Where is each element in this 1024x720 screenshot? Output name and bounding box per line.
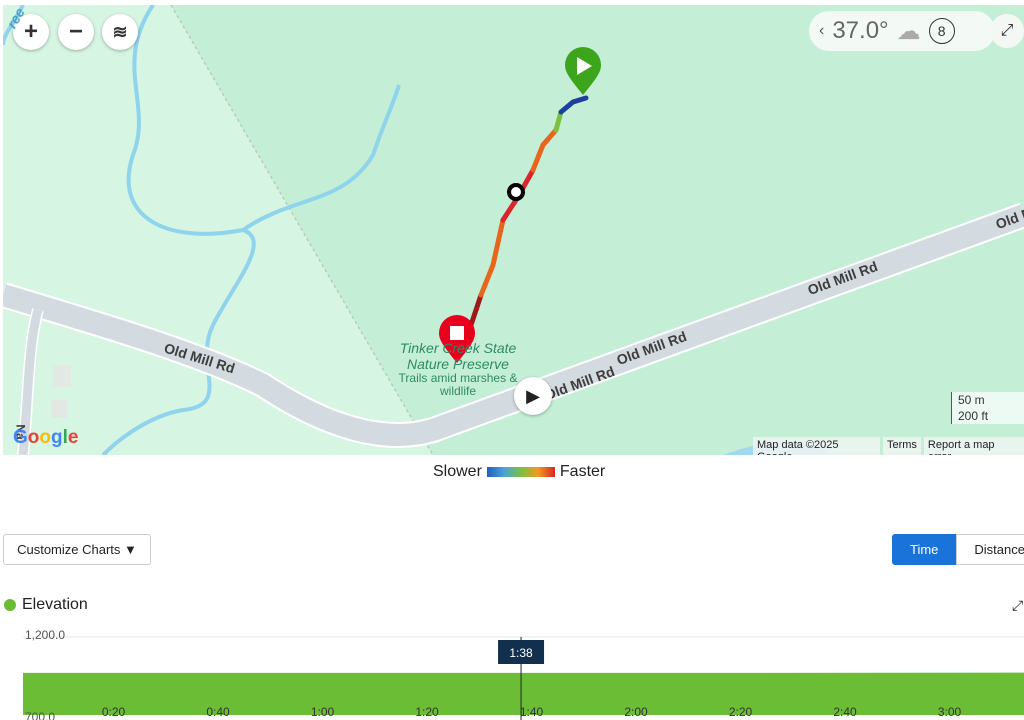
poi-name: Tinker Creek State Nature Preserve bbox=[399, 340, 517, 372]
legend-slower: Slower bbox=[433, 463, 482, 480]
map-scale: 50 m 200 ft bbox=[951, 392, 1024, 424]
chart-title: Elevation bbox=[22, 596, 88, 613]
temperature: 37.0° bbox=[832, 17, 889, 44]
scale-imperial: 200 ft bbox=[951, 408, 1024, 424]
expand-chart-icon[interactable]: ⤢ bbox=[1012, 597, 1023, 614]
y-tick-label: 700.0 bbox=[25, 710, 55, 720]
wind-speed: 8 bbox=[928, 18, 955, 44]
customize-charts-button[interactable]: Customize Charts ▼ bbox=[3, 534, 151, 565]
x-tick-label: 0:20 bbox=[102, 705, 126, 719]
terms-link[interactable]: Terms bbox=[882, 437, 921, 455]
map-data-text: Map data ©2025 Google bbox=[753, 437, 880, 455]
axis-toggle: Time Distance bbox=[892, 534, 1024, 565]
distance-tab[interactable]: Distance bbox=[956, 534, 1024, 565]
route bbox=[458, 95, 589, 353]
start-marker-icon bbox=[565, 46, 602, 95]
chevron-left-icon[interactable]: ‹ bbox=[819, 22, 824, 40]
speed-legend: Slower Faster bbox=[433, 463, 605, 481]
play-icon: ▶ bbox=[526, 385, 540, 406]
x-tick-label: 1:00 bbox=[311, 705, 335, 719]
speed-gradient bbox=[486, 467, 555, 477]
elevation-chart[interactable]: 1,200.0 700.0 0:20 0:40 1:00 1:20 1:40 2:00 2:20… bbox=[0, 620, 1024, 720]
poi-label[interactable]: Tinker Creek State Nature Preserve Trail… bbox=[398, 340, 518, 398]
current-position-marker bbox=[507, 183, 525, 201]
zoom-out-button[interactable]: − bbox=[58, 14, 94, 50]
x-tick-label: 1:40 bbox=[520, 705, 544, 719]
x-tick-label: 2:40 bbox=[833, 705, 857, 719]
elevation-legend-dot bbox=[4, 599, 16, 611]
legend-faster: Faster bbox=[559, 463, 606, 480]
scale-metric: 50 m bbox=[951, 392, 1024, 408]
report-error-link[interactable]: Report a map error bbox=[923, 437, 1024, 455]
elevation-title: Elevation bbox=[4, 596, 88, 614]
x-tick-label: 3:00 bbox=[938, 705, 962, 719]
layers-icon: ≋ bbox=[112, 21, 128, 42]
poi-description: Trails amid marshes & wildlife bbox=[398, 371, 518, 398]
x-tick-label: 2:00 bbox=[624, 705, 648, 719]
google-logo: Google bbox=[13, 427, 79, 448]
time-tab[interactable]: Time bbox=[892, 534, 957, 565]
fullscreen-button[interactable]: ⤢ bbox=[990, 14, 1024, 48]
layers-button[interactable]: ≋ bbox=[102, 14, 138, 50]
x-tick-label: 1:20 bbox=[415, 705, 439, 719]
map[interactable]: + − ≋ ‹ 37.0° ☁ 8 ⤢ Old Mill Rd Old Mill… bbox=[3, 5, 1024, 455]
x-tick-label: 0:40 bbox=[206, 705, 230, 719]
map-attribution: Map data ©2025 Google Terms Report a map… bbox=[753, 437, 1024, 455]
weather-widget[interactable]: ‹ 37.0° ☁ 8 bbox=[809, 11, 995, 51]
y-tick-label: 1,200.0 bbox=[25, 628, 65, 642]
expand-icon: ⤢ bbox=[1000, 22, 1014, 39]
cloud-icon: ☁ bbox=[896, 17, 921, 45]
cursor-label: 1:38 bbox=[509, 646, 533, 660]
play-route-button[interactable]: ▶ bbox=[514, 377, 552, 415]
x-tick-label: 2:20 bbox=[729, 705, 753, 719]
